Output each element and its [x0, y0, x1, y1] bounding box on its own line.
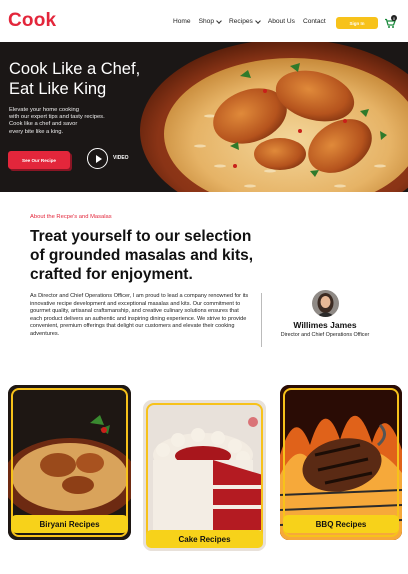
about-heading-line2: of grounded masalas and kits, — [30, 247, 254, 264]
nav-shop[interactable]: Shop — [198, 17, 222, 25]
hero-banner: Cook Like a Chef, Eat Like King Elevate … — [0, 42, 408, 192]
about-heading-line1: Treat yourself to our selection — [30, 228, 252, 245]
about-body-text: As Director and Chief Operations Officer… — [30, 293, 249, 337]
about-heading: Treat yourself to our selection of groun… — [30, 227, 290, 284]
play-icon[interactable] — [87, 148, 108, 169]
nav-recipes-label: Recipes — [229, 18, 253, 25]
hero-title-line2: Eat Like King — [9, 79, 107, 98]
card-frame — [146, 403, 263, 548]
nav-contact[interactable]: Contact — [303, 18, 326, 25]
hero-subtitle-line4: every bite like a king. — [9, 128, 64, 135]
nav-home[interactable]: Home — [173, 18, 191, 25]
about-kicker: About the Recpe's and Masalas — [30, 214, 112, 220]
hero-subtitle-line1: Elevate your home cooking — [9, 107, 79, 113]
person-name: Willimes James — [293, 320, 357, 330]
hero-subtitle: Elevate your home cooking with our exper… — [9, 107, 139, 136]
nav-shop-label: Shop — [198, 18, 214, 25]
main-nav: Home Shop Recipes About Us Contact — [173, 17, 334, 25]
cart-count-badge: 0 — [391, 15, 397, 21]
about-heading-line3: crafted for enjoyment. — [30, 266, 193, 283]
biryani-dish-image — [140, 42, 408, 192]
cake-recipes-card[interactable]: Cake Recipes — [143, 400, 266, 551]
video-link[interactable]: VIDEO — [113, 155, 129, 161]
hero-subtitle-line2: with our expert tips and tasty recipes. — [9, 114, 105, 121]
chevron-down-icon — [216, 17, 222, 24]
nav-contact-label: Contact — [302, 18, 326, 25]
biryani-recipes-card[interactable]: Biryani Recipes — [8, 385, 131, 540]
see-our-recipe-button[interactable]: See Our Recipe — [8, 151, 70, 169]
nav-home-label: Home — [173, 18, 191, 25]
card-label-bbq: BBQ Recipes — [283, 515, 399, 533]
hero-subtitle-line3: Cook like a chef and savor — [9, 121, 78, 128]
divider — [261, 293, 262, 347]
card-label-biryani: Biryani Recipes — [11, 515, 128, 533]
nav-about-us[interactable]: About Us — [268, 18, 295, 25]
nav-recipes[interactable]: Recipes — [229, 17, 261, 25]
hero-title-line1: Cook Like a Chef, — [9, 60, 141, 78]
nav-about-label: About Us — [267, 18, 295, 25]
site-header: Cook Home Shop Recipes About Us Contact … — [0, 0, 408, 42]
signin-button[interactable]: Sign In — [336, 17, 378, 29]
chevron-down-icon — [254, 17, 261, 24]
bbq-recipes-card[interactable]: BBQ Recipes — [280, 385, 402, 540]
logo[interactable]: Cook — [8, 10, 56, 32]
avatar — [312, 290, 339, 317]
hero-title: Cook Like a Chef, Eat Like King — [9, 60, 140, 99]
person-role: Director and Chief Operations Officer — [280, 332, 370, 338]
card-label-cake: Cake Recipes — [146, 530, 263, 548]
